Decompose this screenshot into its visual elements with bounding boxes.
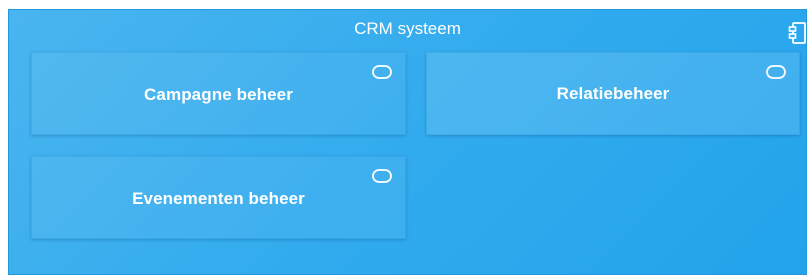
rounded-rectangle-icon bbox=[766, 65, 786, 79]
module-evenementen-beheer[interactable]: Evenementen beheer bbox=[31, 156, 406, 239]
system-title: CRM systeem bbox=[354, 19, 461, 38]
crm-system-container: CRM systeem Campagne beheer Relatiebehee… bbox=[8, 9, 807, 275]
module-label: Campagne beheer bbox=[144, 84, 293, 104]
module-label: Relatiebeheer bbox=[556, 83, 670, 103]
rounded-rectangle-icon bbox=[372, 65, 392, 79]
rounded-rectangle-icon bbox=[372, 169, 392, 183]
component-icon bbox=[788, 20, 808, 46]
module-relatiebeheer[interactable]: Relatiebeheer bbox=[426, 52, 800, 135]
module-campagne-beheer[interactable]: Campagne beheer bbox=[31, 52, 406, 135]
module-label: Evenementen beheer bbox=[132, 188, 305, 208]
